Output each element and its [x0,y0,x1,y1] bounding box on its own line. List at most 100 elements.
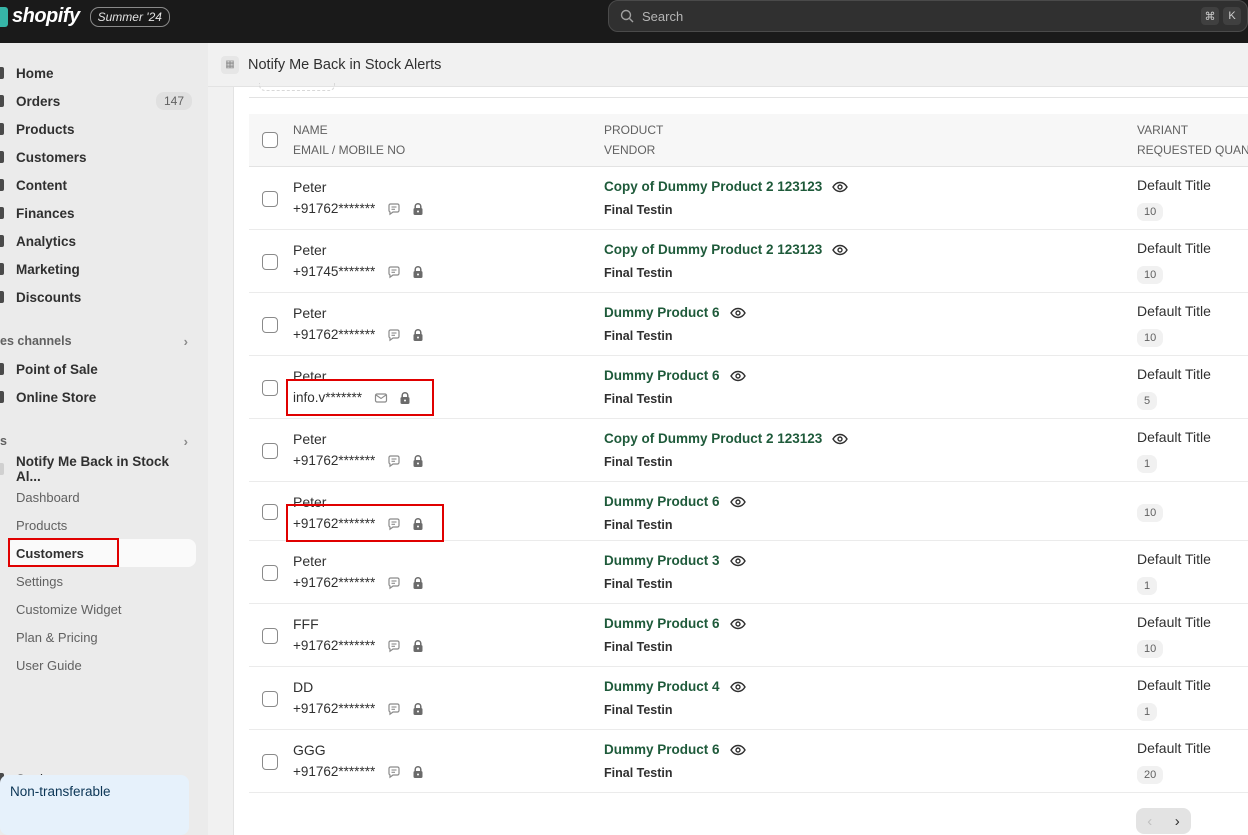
prev-page-button[interactable]: ‹ [1147,813,1152,830]
sms-icon[interactable] [387,702,401,716]
product-link[interactable]: Dummy Product 6 [604,305,746,320]
filter-tab-stub[interactable] [259,83,335,91]
lock-icon[interactable] [411,202,425,216]
table-row[interactable]: Peter +91762******* Dummy Product 6 Final T… [249,293,1248,356]
apps-section[interactable]: s › [0,432,196,450]
sidebar-item-label: Online Store [16,389,97,405]
sms-icon[interactable] [387,454,401,468]
product-name[interactable]: Dummy Product 6 [604,305,720,320]
product-link[interactable]: Copy of Dummy Product 2 123123 [604,242,849,257]
lock-icon[interactable] [411,265,425,279]
sms-icon[interactable] [387,639,401,653]
subitem-settings[interactable]: Settings [16,574,63,589]
product-name[interactable]: Dummy Product 6 [604,494,720,509]
eye-icon[interactable] [729,681,746,693]
lock-icon[interactable] [411,639,425,653]
product-name[interactable]: Copy of Dummy Product 2 123123 [604,431,822,446]
eye-icon[interactable] [832,433,849,445]
eye-icon[interactable] [729,618,746,630]
sidebar-item-online-store[interactable]: Online Store [0,384,196,410]
product-link[interactable]: Copy of Dummy Product 2 123123 [604,431,849,446]
table-row[interactable]: GGG +91762******* Dummy Product 6 Final Tes… [249,730,1248,793]
header-product[interactable]: PRODUCT [604,120,663,140]
eye-icon[interactable] [832,181,849,193]
sidebar-item-customers[interactable]: Customers [0,144,196,170]
subitem-dashboard[interactable]: Dashboard [16,490,80,505]
product-name[interactable]: Copy of Dummy Product 2 123123 [604,179,822,194]
product-link[interactable]: Dummy Product 3 [604,553,746,568]
row-checkbox[interactable] [262,754,278,770]
sms-icon[interactable] [387,765,401,779]
table-row[interactable]: Peter +91762******* Copy of Dummy Product … [249,419,1248,482]
lock-icon[interactable] [411,765,425,779]
sidebar-item-orders[interactable]: Orders 147 [0,88,196,114]
product-name[interactable]: Copy of Dummy Product 2 123123 [604,242,822,257]
sidebar-item-home[interactable]: Home [0,60,196,86]
product-name[interactable]: Dummy Product 3 [604,553,720,568]
row-checkbox[interactable] [262,254,278,270]
sidebar-item-marketing[interactable]: Marketing [0,256,196,282]
row-checkbox[interactable] [262,317,278,333]
product-name[interactable]: Dummy Product 4 [604,679,720,694]
sidebar-item-content[interactable]: Content [0,172,196,198]
search-input[interactable]: Search ⌘ K [608,0,1248,32]
table-row[interactable]: Peter +91745******* Copy of Dummy Product … [249,230,1248,293]
header-requested-quantity[interactable]: REQUESTED QUAN [1137,140,1248,160]
eye-icon[interactable] [729,555,746,567]
sms-icon[interactable] [387,202,401,216]
table-row[interactable]: Peter +91762******* Copy of Dummy Product … [249,167,1248,230]
header-variant[interactable]: VARIANT [1137,120,1188,140]
sidebar-item-products[interactable]: Products [0,116,196,142]
subitem-user-guide[interactable]: User Guide [16,658,82,673]
sms-icon[interactable] [387,265,401,279]
next-page-button[interactable]: › [1175,813,1180,830]
sidebar-item-finances[interactable]: Finances [0,200,196,226]
product-name[interactable]: Dummy Product 6 [604,742,720,757]
sidebar-item-analytics[interactable]: Analytics [0,228,196,254]
sales-channels-section[interactable]: es channels › [0,332,196,350]
product-link[interactable]: Dummy Product 6 [604,616,746,631]
row-checkbox[interactable] [262,443,278,459]
product-link[interactable]: Dummy Product 6 [604,494,746,509]
requested-quantity-badge: 1 [1137,703,1158,721]
row-checkbox[interactable] [262,504,278,520]
product-link[interactable]: Copy of Dummy Product 2 123123 [604,179,849,194]
header-vendor[interactable]: VENDOR [604,140,655,160]
row-checkbox[interactable] [262,380,278,396]
lock-icon[interactable] [411,576,425,590]
header-name[interactable]: NAME [293,120,328,140]
product-link[interactable]: Dummy Product 6 [604,742,746,757]
lock-icon[interactable] [411,702,425,716]
subitem-plan-pricing[interactable]: Plan & Pricing [16,630,98,645]
table-row[interactable]: DD +91762******* Dummy Product 4 Final Test… [249,667,1248,730]
pos-icon [0,363,4,375]
product-link[interactable]: Dummy Product 4 [604,679,746,694]
header-contact[interactable]: EMAIL / MOBILE NO [293,140,405,160]
eye-icon[interactable] [832,244,849,256]
product-name[interactable]: Dummy Product 6 [604,368,720,383]
eye-icon[interactable] [729,744,746,756]
lock-icon[interactable] [411,328,425,342]
row-checkbox[interactable] [262,191,278,207]
product-name[interactable]: Dummy Product 6 [604,616,720,631]
sidebar-item-point-of-sale[interactable]: Point of Sale [0,356,196,382]
sms-icon[interactable] [387,328,401,342]
table-row[interactable]: FFF +91762******* Dummy Product 6 Final Tes… [249,604,1248,667]
sidebar-item-discounts[interactable]: Discounts [0,284,196,310]
sms-icon[interactable] [387,576,401,590]
lock-icon[interactable] [411,454,425,468]
customer-name: Peter [293,305,327,321]
subitem-products[interactable]: Products [16,518,67,533]
row-checkbox[interactable] [262,691,278,707]
subitem-customize-widget[interactable]: Customize Widget [16,602,121,617]
eye-icon[interactable] [729,370,746,382]
eye-icon[interactable] [729,496,746,508]
row-checkbox[interactable] [262,565,278,581]
table-row[interactable]: Peter +91762******* Dummy Product 3 Final T… [249,541,1248,604]
eye-icon[interactable] [729,307,746,319]
row-checkbox[interactable] [262,628,278,644]
shopify-logo[interactable]: shopify Summer '24 [0,5,170,28]
sidebar-item-app[interactable]: Notify Me Back in Stock Al... [0,454,196,484]
select-all-checkbox[interactable] [262,132,278,148]
product-link[interactable]: Dummy Product 6 [604,368,746,383]
